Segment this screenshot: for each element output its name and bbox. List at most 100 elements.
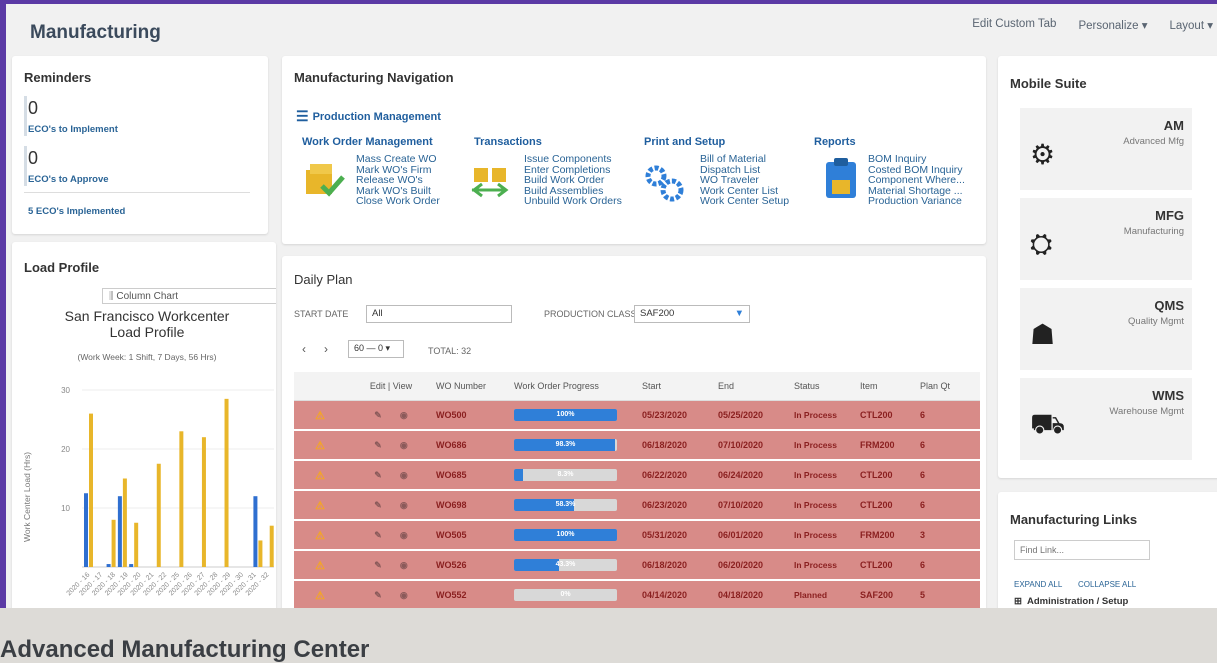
find-link-input[interactable] [1014, 540, 1150, 560]
unbuild-work-orders-link[interactable]: Unbuild Work Orders [524, 196, 622, 207]
column-header[interactable]: Start [642, 381, 718, 391]
view-eye-icon[interactable]: ◉ [400, 470, 408, 481]
end-date: 06/20/2020 [718, 560, 764, 570]
item-code[interactable]: CTL200 [860, 410, 920, 420]
view-eye-icon[interactable]: ◉ [400, 590, 408, 601]
tree-group-administration[interactable]: ⊞ Administration / Setup [1014, 596, 1128, 607]
column-header[interactable]: End [718, 381, 794, 391]
edit-pencil-icon[interactable]: ✎ [374, 590, 382, 601]
reminder-eco-implement-link[interactable]: ECO's to Implement [28, 124, 118, 135]
wo-number[interactable]: WO698 [436, 500, 514, 510]
page-size-select[interactable]: 60 — 0 ▾ [348, 340, 404, 358]
table-row[interactable]: ⚠ ✎ ◉ WO500 100% 05/23/2020 05/25/2020 In Proce… [294, 401, 980, 431]
clipboard-icon [826, 158, 856, 198]
tile-name: Manufacturing [1123, 226, 1184, 237]
forklift-icon: ⛟ [1030, 408, 1066, 439]
end-date: 06/24/2020 [718, 470, 764, 480]
progress-cell: 100% [514, 409, 642, 421]
chart-bar [156, 463, 161, 567]
release-wo-link[interactable]: Release WO's [356, 175, 440, 186]
edit-pencil-icon[interactable]: ✎ [374, 500, 382, 511]
load-profile-chart: 1020302020 - 162020 - 172020 - 182020 - … [61, 386, 274, 597]
component-where-link[interactable]: Component Where... [868, 175, 965, 186]
edit-view-cell: ✎ ◉ [346, 440, 436, 451]
expand-all-link[interactable]: EXPAND ALL [1014, 580, 1062, 589]
prev-page-icon[interactable]: ‹ [302, 342, 306, 356]
work-center-setup-link[interactable]: Work Center Setup [700, 196, 789, 207]
column-header[interactable]: Work Order Progress [514, 381, 642, 391]
column-header[interactable]: Status [794, 381, 860, 391]
mobile-tile-am[interactable]: AM Advanced Mfg ⚙ [1020, 108, 1192, 190]
column-header[interactable]: Item [860, 381, 920, 391]
footer-title: Advanced Manufacturing Center [0, 636, 370, 663]
view-eye-icon[interactable]: ◉ [400, 440, 408, 451]
production-class-label: PRODUCTION CLASS [544, 309, 637, 319]
production-class-select[interactable]: SAF200 ▼ [634, 305, 750, 323]
issue-components-link[interactable]: Issue Components [524, 154, 622, 165]
table-row[interactable]: ⚠ ✎ ◉ WO552 0% 04/14/2020 04/18/2020 Planned SAF… [294, 581, 980, 608]
wo-number[interactable]: WO500 [436, 410, 514, 420]
reminder-eco-approve-link[interactable]: ECO's to Approve [28, 174, 109, 185]
reminder-accent-bar [24, 146, 27, 186]
chart-bar [129, 564, 134, 567]
build-work-order-link[interactable]: Build Work Order [524, 175, 622, 186]
table-row[interactable]: ⚠ ✎ ◉ WO686 98.3% 06/18/2020 07/10/2020 In Proc… [294, 431, 980, 461]
mobile-tile-wms[interactable]: WMS Warehouse Mgmt ⛟ [1020, 378, 1192, 460]
view-eye-icon[interactable]: ◉ [400, 410, 408, 421]
wo-number[interactable]: WO526 [436, 560, 514, 570]
next-page-icon[interactable]: › [324, 342, 328, 356]
status-text: In Process [794, 500, 837, 510]
wo-number[interactable]: WO686 [436, 440, 514, 450]
end-date: 06/01/2020 [718, 530, 764, 540]
chart-bar [224, 398, 229, 567]
bom-inquiry-link[interactable]: BOM Inquiry [868, 154, 965, 165]
edit-pencil-icon[interactable]: ✎ [374, 470, 382, 481]
personalize-menu[interactable]: Personalize ▾ [1078, 18, 1147, 32]
end-date: 07/10/2020 [718, 440, 764, 450]
wo-traveler-link[interactable]: WO Traveler [700, 175, 789, 186]
table-row[interactable]: ⚠ ✎ ◉ WO526 43.3% 06/18/2020 06/20/2020 In Proc… [294, 551, 980, 581]
eco-implemented-link[interactable]: 5 ECO's Implemented [28, 206, 125, 217]
chart-bar [111, 519, 116, 567]
table-row[interactable]: ⚠ ✎ ◉ WO685 8.3% 06/22/2020 06/24/2020 In Proce… [294, 461, 980, 491]
view-eye-icon[interactable]: ◉ [400, 560, 408, 571]
manufacturing-links-title: Manufacturing Links [1010, 512, 1138, 527]
item-code[interactable]: FRM200 [860, 440, 920, 450]
edit-pencil-icon[interactable]: ✎ [374, 410, 382, 421]
edit-custom-tab-link[interactable]: Edit Custom Tab [972, 18, 1056, 32]
page-title: Manufacturing [30, 22, 161, 43]
close-work-order-link[interactable]: Close Work Order [356, 196, 440, 207]
item-code[interactable]: FRM200 [860, 530, 920, 540]
progress-cell: 0% [514, 589, 642, 601]
item-code[interactable]: SAF200 [860, 590, 920, 600]
edit-pencil-icon[interactable]: ✎ [374, 530, 382, 541]
view-eye-icon[interactable]: ◉ [400, 500, 408, 511]
edit-pencil-icon[interactable]: ✎ [374, 440, 382, 451]
mass-create-wo-link[interactable]: Mass Create WO [356, 154, 440, 165]
bill-of-material-link[interactable]: Bill of Material [700, 154, 789, 165]
table-body: ⚠ ✎ ◉ WO500 100% 05/23/2020 05/25/2020 In Proce… [294, 401, 980, 608]
nav-heading-print-setup: Print and Setup [644, 136, 726, 148]
wo-number[interactable]: WO685 [436, 470, 514, 480]
production-variance-link[interactable]: Production Variance [868, 196, 965, 207]
collapse-all-link[interactable]: COLLAPSE ALL [1078, 580, 1136, 589]
item-code[interactable]: CTL200 [860, 560, 920, 570]
table-row[interactable]: ⚠ ✎ ◉ WO698 58.3% 06/23/2020 07/10/2020 In Proc… [294, 491, 980, 521]
mobile-tile-mfg[interactable]: MFG Manufacturing ⛭ [1020, 198, 1192, 280]
item-code[interactable]: CTL200 [860, 500, 920, 510]
wo-number[interactable]: WO552 [436, 590, 514, 600]
item-code[interactable]: CTL200 [860, 470, 920, 480]
column-header[interactable]: WO Number [436, 381, 514, 391]
layout-menu[interactable]: Layout ▾ [1170, 18, 1214, 32]
start-date-input[interactable]: All [366, 305, 512, 323]
plan-qty: 6 [920, 440, 926, 450]
view-eye-icon[interactable]: ◉ [400, 530, 408, 541]
mobile-tile-qms[interactable]: QMS Quality Mgmt ☗ [1020, 288, 1192, 370]
nav-list-print-setup: Bill of Material Dispatch List WO Travel… [700, 154, 789, 207]
table-row[interactable]: ⚠ ✎ ◉ WO505 100% 05/31/2020 06/01/2020 In Proce… [294, 521, 980, 551]
warning-icon: ⚠ [315, 439, 325, 452]
production-management-link[interactable]: ☰ Production Management [296, 108, 441, 125]
wo-number[interactable]: WO505 [436, 530, 514, 540]
edit-pencil-icon[interactable]: ✎ [374, 560, 382, 571]
column-header[interactable]: Plan Qt [920, 381, 960, 391]
